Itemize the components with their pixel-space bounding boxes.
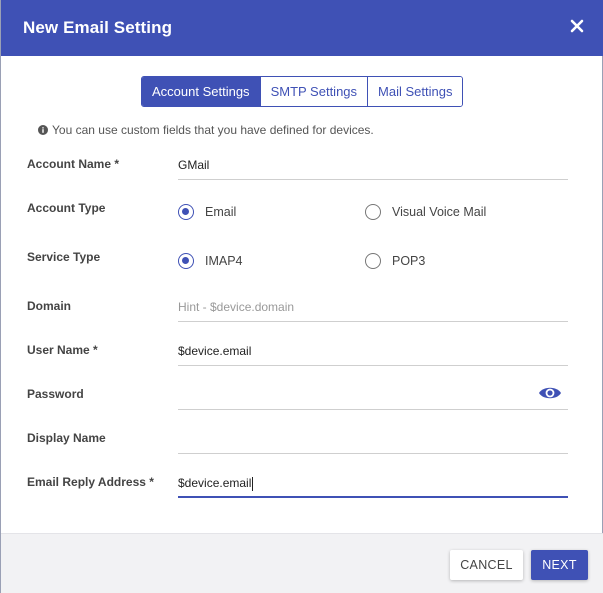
display-name-label: Display Name [27, 431, 106, 445]
service-type-imap4-radio[interactable]: IMAP4 [178, 253, 243, 269]
radio-circle [365, 204, 381, 220]
dialog-footer: CANCEL NEXT [1, 533, 603, 593]
settings-tabs: Account Settings SMTP Settings Mail Sett… [141, 76, 464, 107]
next-button[interactable]: NEXT [531, 550, 588, 580]
radio-circle [365, 253, 381, 269]
account-type-label: Account Type [27, 201, 106, 215]
tab-account-settings[interactable]: Account Settings [142, 77, 261, 106]
close-icon[interactable] [566, 15, 588, 37]
email-reply-address-label: Email Reply Address * [27, 475, 154, 489]
domain-label: Domain [27, 299, 72, 313]
radio-circle [178, 253, 194, 269]
eye-icon[interactable] [538, 384, 562, 402]
password-label: Password [27, 387, 84, 401]
text-caret [252, 476, 254, 491]
account-name-field[interactable]: GMail [178, 150, 568, 180]
email-reply-address-text: $device.email [178, 476, 252, 490]
display-name-field[interactable] [178, 424, 568, 454]
email-reply-address-value: $device.email [178, 476, 254, 491]
info-text: You can use custom fields that you have … [52, 123, 374, 137]
account-type-email-radio[interactable]: Email [178, 204, 236, 220]
new-email-setting-dialog: New Email Setting Account Settings SMTP … [0, 0, 603, 593]
password-field[interactable] [178, 380, 568, 410]
account-name-value: GMail [178, 158, 210, 172]
user-name-field[interactable]: $device.email [178, 336, 568, 366]
email-reply-address-field[interactable]: $device.email [178, 468, 568, 498]
cancel-button[interactable]: CANCEL [450, 550, 523, 580]
tab-mail-settings[interactable]: Mail Settings [368, 77, 463, 106]
info-message: You can use custom fields that you have … [38, 123, 374, 137]
dialog-header: New Email Setting [1, 0, 603, 56]
tab-smtp-settings[interactable]: SMTP Settings [260, 77, 369, 106]
user-name-label: User Name * [27, 343, 98, 357]
radio-circle [178, 204, 194, 220]
radio-label: Email [205, 205, 237, 219]
info-icon [38, 125, 48, 135]
user-name-value: $device.email [178, 344, 252, 358]
service-type-pop3-radio[interactable]: POP3 [365, 253, 425, 269]
account-name-label: Account Name * [27, 157, 120, 171]
radio-label: POP3 [392, 254, 426, 268]
radio-label: Visual Voice Mail [392, 205, 487, 219]
radio-label: IMAP4 [205, 254, 243, 268]
service-type-label: Service Type [27, 250, 101, 264]
domain-placeholder: Hint - $device.domain [178, 300, 295, 314]
account-type-visual-voice-mail-radio[interactable]: Visual Voice Mail [365, 204, 486, 220]
domain-field[interactable]: Hint - $device.domain [178, 292, 568, 322]
dialog-title: New Email Setting [23, 18, 173, 37]
